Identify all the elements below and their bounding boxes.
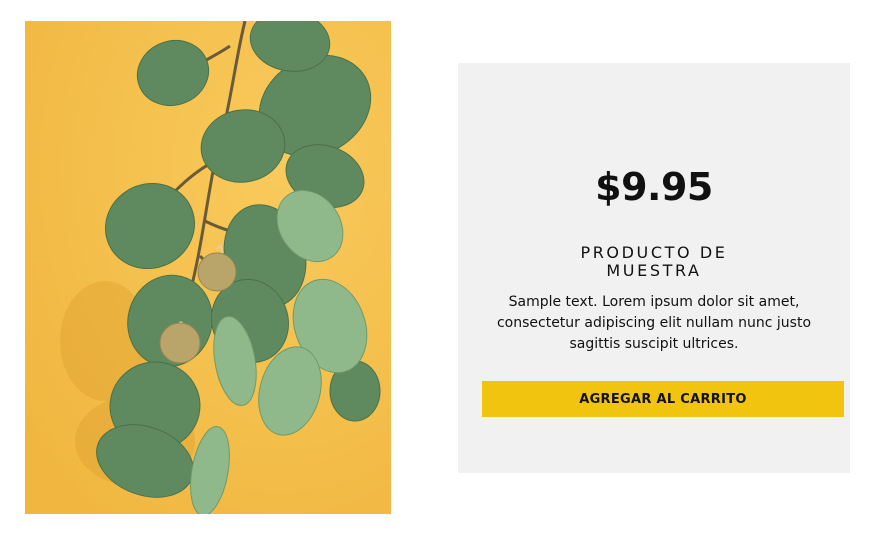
product-info-card: $9.95 PRODUCTO DE MUESTRA Sample text. L… [458,63,850,473]
eucalyptus-branch-icon [25,21,391,514]
product-price: $9.95 [595,165,713,209]
product-title: PRODUCTO DE MUESTRA [580,243,728,280]
product-description: Sample text. Lorem ipsum dolor sit amet,… [496,294,812,352]
add-to-cart-button[interactable]: AGREGAR AL CARRITO [482,381,844,417]
product-image [25,21,391,514]
